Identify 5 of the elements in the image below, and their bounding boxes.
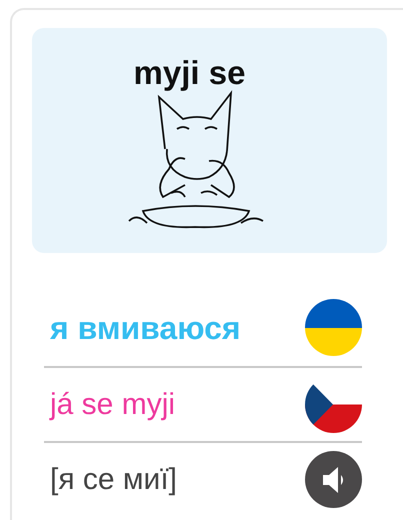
phrase-text: já se myji — [48, 386, 176, 423]
pronunciation-text: [я се миї] — [49, 462, 177, 498]
illustration-caption: myji se — [134, 56, 246, 89]
ukraine-flag-icon — [305, 299, 362, 356]
phrase-text: я вмиваюся — [49, 308, 241, 348]
